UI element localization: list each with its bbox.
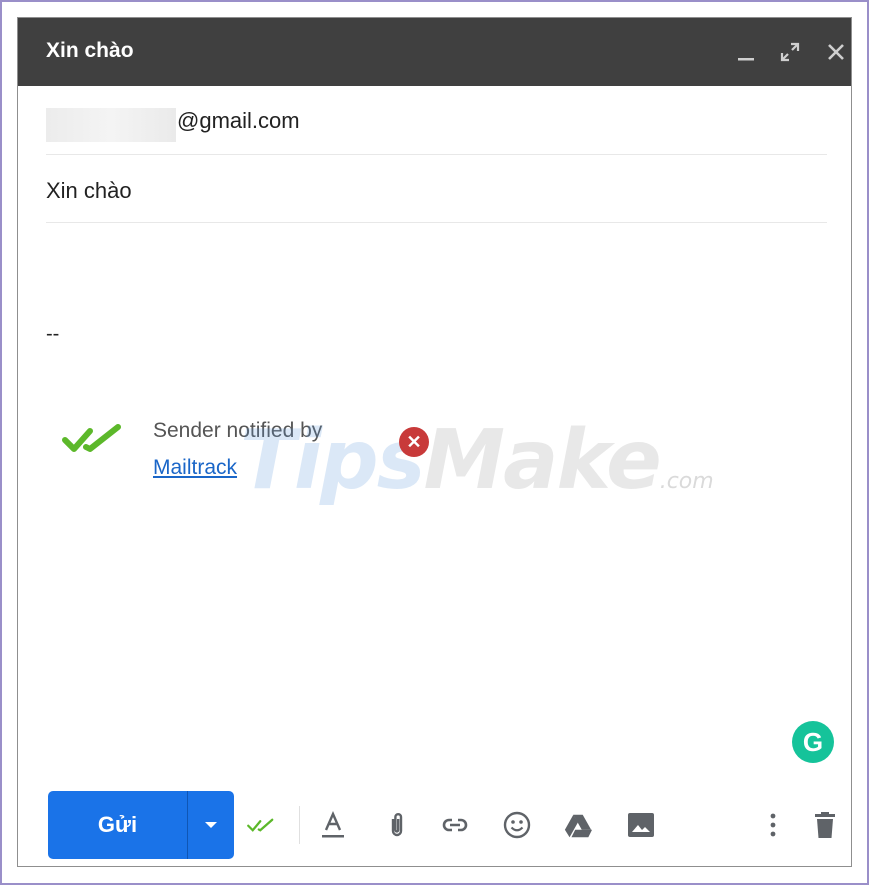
watermark-part2: Make	[423, 413, 662, 508]
redacted-recipient	[46, 108, 176, 142]
send-button[interactable]: Gửi	[48, 791, 187, 859]
more-vert-icon[interactable]	[758, 810, 788, 840]
to-field[interactable]: @gmail.com	[46, 86, 827, 155]
subject-field[interactable]: Xin chào	[46, 154, 827, 223]
compose-title: Xin chào	[46, 39, 134, 62]
signature-separator: --	[46, 323, 60, 345]
screenshot-frame: Xin chào @gmail.com Xin chào -- Sender n…	[0, 0, 869, 885]
trash-icon[interactable]	[810, 810, 840, 840]
chevron-down-icon	[205, 822, 217, 828]
send-button-group: Gửi	[48, 791, 234, 859]
grammarly-letter: G	[802, 726, 824, 757]
recipient-email-suffix: @gmail.com	[177, 108, 300, 133]
paperclip-icon[interactable]	[382, 810, 412, 840]
compose-window: Xin chào @gmail.com Xin chào -- Sender n…	[17, 17, 852, 867]
signature-text: Sender notified by	[153, 419, 323, 442]
mailtrack-toggle-icon[interactable]	[246, 810, 276, 840]
remove-signature-icon[interactable]: ✕	[399, 427, 429, 457]
photo-icon[interactable]	[626, 810, 656, 840]
minimize-icon[interactable]	[734, 40, 758, 64]
text-format-icon[interactable]	[318, 810, 348, 840]
double-check-icon	[62, 423, 122, 460]
send-options-button[interactable]	[188, 791, 234, 859]
subject-text: Xin chào	[46, 178, 132, 203]
mailtrack-signature: Sender notified by Mailtrack	[153, 412, 322, 486]
google-drive-icon[interactable]	[563, 810, 593, 840]
mailtrack-link[interactable]: Mailtrack	[153, 456, 237, 479]
link-icon[interactable]	[440, 810, 470, 840]
emoji-icon[interactable]	[502, 810, 532, 840]
toolbar-separator	[299, 806, 300, 844]
compose-titlebar: Xin chào	[18, 18, 851, 86]
fullscreen-icon[interactable]	[778, 40, 802, 64]
grammarly-button[interactable]: G	[792, 721, 834, 763]
close-icon[interactable]	[824, 40, 848, 64]
watermark-suffix: .com	[659, 469, 714, 494]
